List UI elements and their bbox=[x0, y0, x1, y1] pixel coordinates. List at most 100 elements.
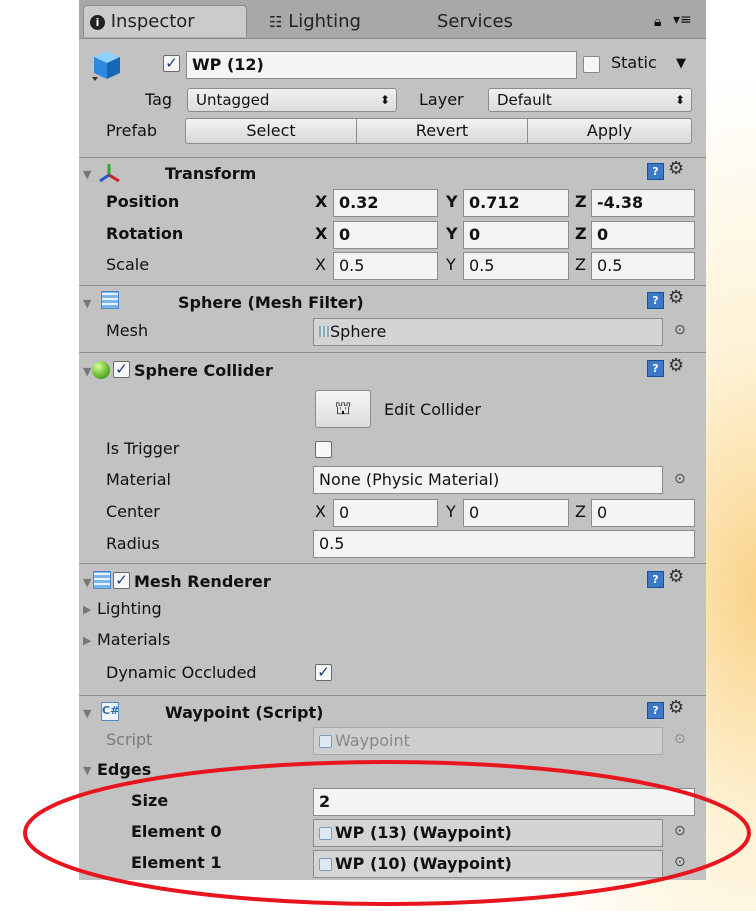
object-picker-icon[interactable]: ⊙ bbox=[674, 471, 686, 487]
tab-inspector[interactable]: i Inspector bbox=[83, 5, 247, 37]
center-x-axis: X bbox=[315, 502, 326, 521]
rotation-y-axis: Y bbox=[446, 224, 458, 243]
layer-dropdown[interactable]: Default ⬍ bbox=[488, 88, 692, 112]
mesh-renderer-foldout-icon[interactable]: ▼ bbox=[83, 576, 91, 589]
script-icon bbox=[319, 735, 332, 748]
tab-menu-icon[interactable]: ▾≡ bbox=[673, 12, 692, 28]
tab-services-label: Services bbox=[437, 11, 513, 32]
help-icon[interactable]: ? bbox=[647, 360, 664, 377]
mesh-renderer-enabled-checkbox[interactable]: ✓ bbox=[113, 572, 130, 589]
mesh-filter-foldout-icon[interactable]: ▼ bbox=[83, 297, 91, 310]
prefab-select-button[interactable]: Select bbox=[185, 118, 357, 144]
object-picker-icon[interactable]: ⊙ bbox=[674, 322, 686, 338]
tab-inspector-label: Inspector bbox=[110, 11, 195, 32]
waypoint-section bbox=[79, 695, 706, 696]
edit-collider-button[interactable]: ⛫ bbox=[315, 390, 371, 428]
center-y-axis: Y bbox=[446, 502, 456, 521]
help-icon[interactable]: ? bbox=[647, 292, 664, 309]
transform-axes-icon bbox=[99, 162, 121, 188]
center-y-field[interactable]: 0 bbox=[463, 499, 569, 527]
object-picker-icon: ⊙ bbox=[674, 731, 686, 747]
object-name-field[interactable]: WP (12) bbox=[186, 51, 577, 79]
edit-collider-icon: ⛫ bbox=[334, 398, 352, 419]
dynamic-occluded-label: Dynamic Occluded bbox=[106, 663, 257, 682]
scale-x-field[interactable]: 0.5 bbox=[333, 252, 438, 280]
rotation-y-field[interactable]: 0 bbox=[463, 221, 569, 249]
center-z-field[interactable]: 0 bbox=[591, 499, 695, 527]
waypoint-title: Waypoint (Script) bbox=[165, 703, 324, 722]
mesh-renderer-section bbox=[79, 563, 706, 564]
tab-bar: i Inspector ☷ Lighting Services 🔒︎ ▾≡ bbox=[79, 0, 706, 39]
rotation-label: Rotation bbox=[106, 224, 184, 243]
mesh-filter-title: Sphere (Mesh Filter) bbox=[178, 293, 364, 312]
gear-icon[interactable]: ⚙ bbox=[668, 566, 684, 587]
script-field: Waypoint bbox=[313, 727, 663, 755]
mesh-field[interactable]: Sphere bbox=[313, 318, 663, 346]
waypoint-foldout-icon[interactable]: ▼ bbox=[83, 707, 91, 720]
scale-z-field[interactable]: 0.5 bbox=[591, 252, 695, 280]
highlight-annotation-ellipse bbox=[23, 760, 751, 906]
help-icon[interactable]: ? bbox=[647, 163, 664, 180]
gear-icon[interactable]: ⚙ bbox=[668, 158, 684, 179]
sphere-collider-foldout-icon[interactable]: ▼ bbox=[83, 365, 91, 378]
chevron-down-icon: ⬍ bbox=[674, 93, 685, 107]
layer-label: Layer bbox=[419, 90, 464, 109]
position-z-axis: Z bbox=[575, 192, 587, 211]
position-y-field[interactable]: 0.712 bbox=[463, 189, 569, 217]
sphere-collider-section bbox=[79, 352, 706, 353]
material-field[interactable]: None (Physic Material) bbox=[313, 466, 663, 494]
radius-label: Radius bbox=[106, 534, 160, 553]
position-z-field[interactable]: -4.38 bbox=[591, 189, 695, 217]
position-x-field[interactable]: 0.32 bbox=[333, 189, 438, 217]
tag-value: Untagged bbox=[196, 91, 270, 109]
sphere-collider-icon bbox=[92, 361, 110, 379]
mesh-value: Sphere bbox=[330, 322, 387, 341]
position-label: Position bbox=[106, 192, 180, 211]
sphere-collider-enabled-checkbox[interactable]: ✓ bbox=[113, 361, 130, 378]
script-icon: C# bbox=[101, 702, 119, 721]
prefab-apply-button[interactable]: Apply bbox=[527, 118, 692, 144]
scale-y-axis: Y bbox=[446, 255, 456, 274]
static-dropdown-icon[interactable]: ▼ bbox=[676, 56, 686, 71]
tab-services[interactable]: Services bbox=[437, 6, 513, 38]
position-y-axis: Y bbox=[446, 192, 458, 211]
radius-field[interactable]: 0.5 bbox=[313, 530, 695, 558]
materials-label[interactable]: Materials bbox=[97, 630, 170, 649]
mesh-label: Mesh bbox=[106, 321, 149, 340]
lock-icon[interactable]: 🔒︎ bbox=[654, 14, 661, 30]
gear-icon[interactable]: ⚙ bbox=[668, 287, 684, 308]
lighting-tab-icon: ☷ bbox=[269, 13, 283, 31]
edit-collider-label: Edit Collider bbox=[384, 400, 481, 419]
center-z-axis: Z bbox=[575, 502, 586, 521]
mesh-renderer-title: Mesh Renderer bbox=[134, 572, 271, 591]
lighting-label[interactable]: Lighting bbox=[97, 599, 162, 618]
dynamic-occluded-checkbox[interactable]: ✓ bbox=[315, 664, 332, 681]
prefab-revert-button[interactable]: Revert bbox=[356, 118, 528, 144]
scale-y-field[interactable]: 0.5 bbox=[463, 252, 569, 280]
prefab-label: Prefab bbox=[106, 121, 158, 140]
is-trigger-checkbox[interactable] bbox=[315, 441, 332, 458]
mesh-renderer-icon bbox=[93, 571, 111, 589]
script-label: Script bbox=[106, 730, 153, 749]
center-label: Center bbox=[106, 502, 160, 521]
center-x-field[interactable]: 0 bbox=[333, 499, 438, 527]
gear-icon[interactable]: ⚙ bbox=[668, 697, 684, 718]
active-checkbox[interactable]: ✓ bbox=[163, 55, 180, 72]
tag-dropdown[interactable]: Untagged ⬍ bbox=[187, 88, 397, 112]
scale-z-axis: Z bbox=[575, 255, 586, 274]
gear-icon[interactable]: ⚙ bbox=[668, 355, 684, 376]
lighting-foldout-icon[interactable]: ▶ bbox=[83, 603, 91, 616]
is-trigger-label: Is Trigger bbox=[106, 439, 180, 458]
help-icon[interactable]: ? bbox=[647, 702, 664, 719]
chevron-down-icon: ⬍ bbox=[379, 93, 390, 107]
position-x-axis: X bbox=[315, 192, 328, 211]
help-icon[interactable]: ? bbox=[647, 571, 664, 588]
static-checkbox[interactable] bbox=[583, 56, 600, 73]
transform-foldout-icon[interactable]: ▼ bbox=[83, 168, 91, 181]
materials-foldout-icon[interactable]: ▶ bbox=[83, 634, 91, 647]
mesh-filter-icon bbox=[101, 291, 119, 309]
mesh-icon bbox=[319, 326, 330, 337]
rotation-z-field[interactable]: 0 bbox=[591, 221, 695, 249]
rotation-x-field[interactable]: 0 bbox=[333, 221, 438, 249]
tab-lighting[interactable]: ☷ Lighting bbox=[269, 6, 361, 38]
